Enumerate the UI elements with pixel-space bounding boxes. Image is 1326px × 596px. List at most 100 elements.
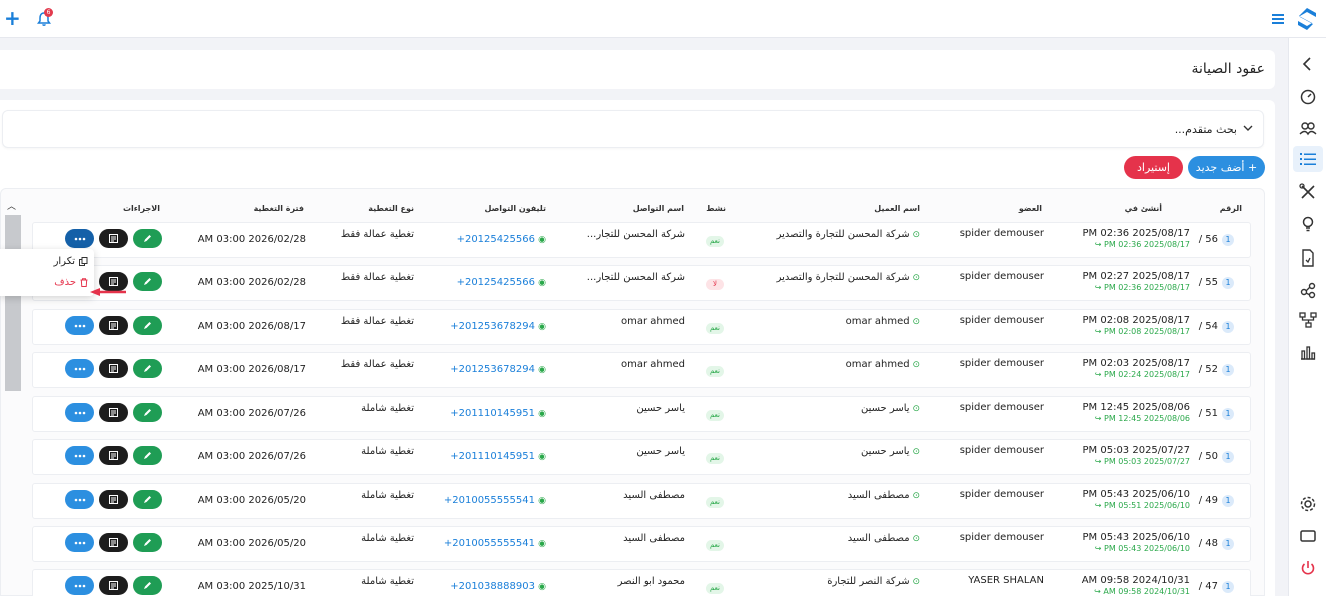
- whatsapp-icon[interactable]: ◉: [538, 496, 546, 506]
- plus-icon[interactable]: +: [4, 8, 22, 28]
- contact-phone[interactable]: +20125425566 ◉: [457, 277, 546, 288]
- whatsapp-icon[interactable]: ◉: [538, 365, 546, 375]
- contact-phone[interactable]: +201253678294 ◉: [450, 321, 546, 332]
- header-coverage-type[interactable]: نوع التغطية: [368, 204, 414, 213]
- edit-button[interactable]: [133, 446, 162, 465]
- client-name[interactable]: ⊙ شركة المحسن للتجارة والتصدير: [777, 272, 920, 283]
- contact-phone[interactable]: +201110145951 ◉: [450, 408, 546, 419]
- lightbulb-icon[interactable]: [1298, 214, 1318, 234]
- header-contact-name[interactable]: اسم التواصل: [633, 204, 684, 213]
- add-new-button[interactable]: + أضف جديد: [1188, 156, 1265, 179]
- monitor-icon[interactable]: [1298, 526, 1318, 546]
- whatsapp-icon[interactable]: ◉: [538, 409, 546, 419]
- print-button[interactable]: [99, 490, 128, 509]
- created-at: PM 02:27 2025/08/17 PM 02:36 2025/08/17 ↪: [1083, 271, 1190, 292]
- header-number[interactable]: الرقم: [1220, 204, 1242, 213]
- contact-phone[interactable]: +2010055555541 ◉: [444, 538, 546, 549]
- more-actions-button[interactable]: [65, 490, 94, 509]
- menu-item-repeat[interactable]: تكرار: [54, 256, 88, 267]
- client-name[interactable]: ⊙ ياسر حسين: [861, 403, 920, 414]
- print-button[interactable]: [99, 359, 128, 378]
- table-row[interactable]: 1 54 / PM 02:08 2025/08/17 PM 02:08 2025/08…: [32, 309, 1251, 345]
- table-row[interactable]: 1 55 / PM 02:27 2025/08/17 PM 02:36 2025/08…: [32, 265, 1251, 301]
- table-row[interactable]: 1 51 / PM 12:45 2025/08/06 PM 12:45 2025/08…: [32, 396, 1251, 432]
- menu-icon[interactable]: [1272, 14, 1284, 24]
- more-actions-button[interactable]: [65, 316, 94, 335]
- sidebar-item-contracts[interactable]: [1293, 146, 1323, 172]
- sitemap-icon[interactable]: [1298, 310, 1318, 330]
- scrollbar-thumb[interactable]: [5, 215, 21, 391]
- row-badge: 1: [1222, 321, 1234, 333]
- share-icon[interactable]: [1298, 280, 1318, 300]
- contact-phone[interactable]: +2010055555541 ◉: [444, 495, 546, 506]
- edit-button[interactable]: [133, 272, 162, 291]
- table-row[interactable]: 1 48 / PM 05:43 2025/06/10 PM 05:43 2025/06…: [32, 526, 1251, 562]
- scroll-up-icon[interactable]: ︿: [7, 199, 16, 212]
- contact-phone[interactable]: +201038888903 ◉: [450, 581, 546, 592]
- client-name[interactable]: ⊙ شركة المحسن للتجارة والتصدير: [777, 229, 920, 240]
- chevron-left-icon[interactable]: [1298, 54, 1318, 74]
- table-row[interactable]: 1 49 / PM 05:43 2025/06/10 PM 05:51 2025/06…: [32, 483, 1251, 519]
- chart-icon[interactable]: [1298, 342, 1318, 362]
- client-name[interactable]: ⊙ omar ahmed: [846, 316, 920, 327]
- menu-item-delete[interactable]: حذف: [54, 277, 88, 288]
- client-name[interactable]: ⊙ omar ahmed: [846, 359, 920, 370]
- edit-button[interactable]: [133, 490, 162, 509]
- more-actions-button[interactable]: [65, 533, 94, 552]
- edit-button[interactable]: [133, 359, 162, 378]
- edit-button[interactable]: [133, 403, 162, 422]
- print-button[interactable]: [99, 316, 128, 335]
- print-button[interactable]: [99, 446, 128, 465]
- created-at: PM 05:03 2025/07/27 PM 05:03 2025/07/27 ↪: [1083, 445, 1190, 466]
- header-client[interactable]: اسم العميل: [874, 204, 920, 213]
- header-actions[interactable]: الاجراءات: [123, 204, 160, 213]
- print-button[interactable]: [99, 533, 128, 552]
- header-created[interactable]: أنشئ في: [1125, 204, 1162, 213]
- users-icon[interactable]: [1298, 118, 1318, 138]
- contact-phone[interactable]: +20125425566 ◉: [457, 234, 546, 245]
- dashboard-icon[interactable]: [1298, 86, 1318, 106]
- print-button[interactable]: [99, 576, 128, 595]
- whatsapp-icon[interactable]: ◉: [538, 235, 546, 245]
- more-actions-button[interactable]: [65, 229, 94, 248]
- whatsapp-icon[interactable]: ◉: [538, 582, 546, 592]
- whatsapp-icon[interactable]: ◉: [538, 452, 546, 462]
- whatsapp-icon[interactable]: ◉: [538, 278, 546, 288]
- print-button[interactable]: [99, 403, 128, 422]
- document-icon[interactable]: [1298, 248, 1318, 268]
- logo-icon[interactable]: [1296, 7, 1318, 31]
- contact-phone[interactable]: +201110145951 ◉: [450, 451, 546, 462]
- gear-icon[interactable]: [1298, 494, 1318, 514]
- edit-button[interactable]: [133, 533, 162, 552]
- header-coverage-period[interactable]: فترة التغطية: [254, 204, 304, 213]
- header-active[interactable]: نشط: [706, 204, 726, 213]
- power-icon[interactable]: [1298, 558, 1318, 578]
- more-actions-button[interactable]: [65, 359, 94, 378]
- print-button[interactable]: [99, 229, 128, 248]
- client-name[interactable]: ⊙ مصطفى السيد: [848, 490, 920, 501]
- whatsapp-icon[interactable]: ◉: [538, 539, 546, 549]
- table-row[interactable]: 1 52 / PM 02:03 2025/08/17 PM 02:24 2025/08…: [32, 352, 1251, 388]
- import-button[interactable]: إستيراد: [1124, 156, 1183, 179]
- advanced-search-toggle[interactable]: بحث متقدم...: [2, 110, 1264, 148]
- tools-icon[interactable]: [1298, 182, 1318, 202]
- more-actions-button[interactable]: [65, 446, 94, 465]
- more-actions-button[interactable]: [65, 403, 94, 422]
- edit-button[interactable]: [133, 229, 162, 248]
- header-member[interactable]: العضو: [1019, 204, 1042, 213]
- edit-button[interactable]: [133, 316, 162, 335]
- client-name[interactable]: ⊙ مصطفى السيد: [848, 533, 920, 544]
- row-number-text: 56 /: [1198, 234, 1218, 245]
- header-contact-phone[interactable]: تليفون التواصل: [484, 204, 546, 213]
- edit-icon: [144, 235, 151, 242]
- table-row[interactable]: 1 56 / PM 02:36 2025/08/17 PM 02:36 2025/08…: [32, 222, 1251, 258]
- client-name[interactable]: ⊙ ياسر حسين: [861, 446, 920, 457]
- status-dot-icon: ⊙: [909, 404, 920, 414]
- whatsapp-icon[interactable]: ◉: [538, 322, 546, 332]
- more-actions-button[interactable]: [65, 576, 94, 595]
- edit-button[interactable]: [133, 576, 162, 595]
- client-name[interactable]: ⊙ شركة النصر للتجارة: [827, 576, 920, 587]
- table-row[interactable]: 1 47 / AM 09:58 2024/10/31 AM 09:58 2024/10…: [32, 569, 1251, 596]
- table-row[interactable]: 1 50 / PM 05:03 2025/07/27 PM 05:03 2025/07…: [32, 439, 1251, 475]
- contact-phone[interactable]: +201253678294 ◉: [450, 364, 546, 375]
